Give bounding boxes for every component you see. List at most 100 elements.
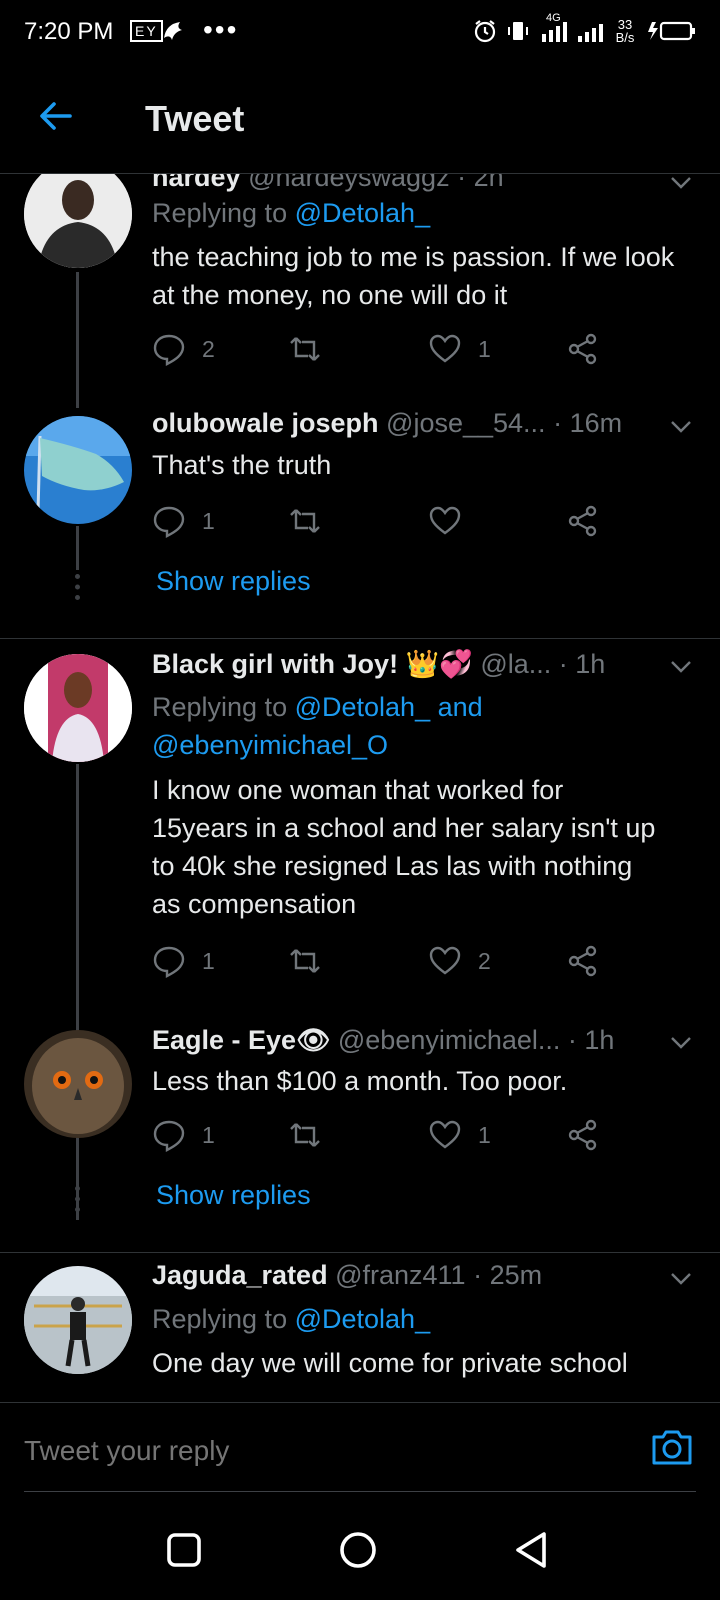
tweet-text: One day we will come for private school bbox=[152, 1348, 628, 1378]
share-icon bbox=[568, 505, 597, 537]
avatar[interactable] bbox=[24, 1266, 132, 1374]
ey-app-icon: EY bbox=[130, 20, 163, 42]
battery-charging-icon bbox=[648, 21, 695, 41]
show-replies-link[interactable]: Show replies bbox=[156, 566, 311, 597]
reply-icon bbox=[153, 334, 185, 366]
reply-count: 1 bbox=[202, 1121, 215, 1148]
tweet-header: Jaguda_rated @franz411 · 25m bbox=[152, 1260, 696, 1296]
reply-action[interactable]: 1 bbox=[152, 504, 215, 538]
signal-4g-icon: 4G bbox=[538, 12, 568, 44]
chevron-down-icon[interactable] bbox=[670, 420, 692, 434]
chevron-down-icon[interactable] bbox=[670, 660, 692, 674]
retweet-action[interactable] bbox=[288, 504, 338, 538]
tweet-author-name[interactable]: nardey bbox=[152, 174, 241, 192]
signal-icon bbox=[578, 24, 603, 42]
tweet-header: olubowale joseph @jose__54... · 16m bbox=[152, 408, 696, 444]
like-action[interactable]: 1 bbox=[428, 332, 491, 366]
share-action[interactable] bbox=[566, 332, 600, 366]
avatar[interactable] bbox=[24, 174, 132, 268]
tweet-text: That's the truth bbox=[152, 450, 332, 480]
tweet-text: Less than $100 a month. Too poor. bbox=[152, 1066, 568, 1096]
reply-icon bbox=[153, 506, 185, 538]
replying-to-link[interactable]: @Detolah_ bbox=[295, 1304, 431, 1334]
chevron-down-icon[interactable] bbox=[670, 176, 692, 190]
share-icon bbox=[568, 945, 597, 977]
thread-line bbox=[76, 526, 79, 570]
reply-input[interactable] bbox=[24, 1435, 584, 1467]
tweet-author-handle: @jose__54... bbox=[386, 408, 546, 438]
retweet-action[interactable] bbox=[288, 332, 338, 366]
replying-to: Replying to @Detolah_ bbox=[152, 194, 430, 232]
tweet-actions: 1 1 bbox=[152, 1118, 622, 1158]
tweet-time: · 2h bbox=[457, 174, 504, 192]
tweet-actions: 1 bbox=[152, 504, 622, 544]
like-action[interactable] bbox=[428, 504, 478, 538]
like-count: 1 bbox=[478, 1121, 491, 1148]
like-count: 2 bbox=[478, 947, 491, 974]
tweet-author-handle: @franz411 bbox=[335, 1260, 466, 1290]
tweet-time: · 25m bbox=[473, 1260, 543, 1290]
tweet-time: · 1h bbox=[567, 1025, 615, 1055]
status-bar: 7:20 PM EY ••• 4G 33 B/s bbox=[0, 0, 720, 64]
network-speed: 33 B/s bbox=[615, 17, 635, 45]
replying-to-link[interactable]: @Detolah_ bbox=[295, 198, 431, 228]
more-notifications-icon: ••• bbox=[203, 14, 239, 45]
heart-icon bbox=[429, 334, 461, 363]
tweet-header: Black girl with Joy! 👑💞 @la... · 1h bbox=[152, 648, 696, 684]
replying-to: Replying to @Detolah_ and @ebenyimichael… bbox=[152, 688, 620, 764]
home-button-icon[interactable] bbox=[338, 1530, 378, 1570]
avatar[interactable] bbox=[24, 416, 132, 524]
back-button-icon[interactable] bbox=[512, 1530, 552, 1570]
retweet-icon bbox=[290, 1123, 320, 1147]
tweet-author-name[interactable]: Jaguda_rated bbox=[152, 1260, 328, 1290]
page-title: Tweet bbox=[145, 98, 245, 139]
divider bbox=[0, 1252, 720, 1253]
top-app-bar: Tweet bbox=[0, 64, 720, 174]
replying-to: Replying to @Detolah_ bbox=[152, 1300, 430, 1338]
show-replies-link[interactable]: Show replies bbox=[156, 1180, 311, 1211]
tweet-time: · 16m bbox=[553, 408, 623, 438]
tweet-author-handle: @nardeyswaggz bbox=[248, 174, 450, 192]
vibrate-icon bbox=[508, 22, 528, 40]
share-action[interactable] bbox=[566, 944, 600, 978]
retweet-action[interactable] bbox=[288, 1118, 338, 1152]
tweet-author-name[interactable]: Black girl with Joy! 👑💞 bbox=[152, 649, 473, 679]
status-time: 7:20 PM bbox=[24, 18, 114, 45]
back-arrow-icon[interactable] bbox=[36, 96, 76, 136]
status-right: 4G 33 B/s bbox=[472, 12, 696, 45]
reply-icon bbox=[153, 946, 185, 978]
avatar[interactable] bbox=[24, 654, 132, 762]
reply-count: 1 bbox=[202, 947, 215, 974]
share-action[interactable] bbox=[566, 504, 600, 538]
tweet-author-name[interactable]: olubowale joseph bbox=[152, 408, 379, 438]
chevron-down-icon[interactable] bbox=[670, 1272, 692, 1286]
chevron-down-icon[interactable] bbox=[670, 1036, 692, 1050]
tweet-header: Eagle - Eye👁 @ebenyimichael... · 1h bbox=[152, 1024, 696, 1060]
like-action[interactable]: 1 bbox=[428, 1118, 491, 1152]
retweet-icon bbox=[290, 949, 320, 973]
retweet-action[interactable] bbox=[288, 944, 338, 978]
tweet-author-name[interactable]: Eagle - Eye👁 bbox=[152, 1025, 330, 1055]
avatar[interactable] bbox=[24, 1030, 132, 1138]
tweet-actions: 2 1 bbox=[152, 332, 622, 372]
thread-line bbox=[76, 272, 79, 408]
share-action[interactable] bbox=[566, 1118, 600, 1152]
replies-feed[interactable]: nardey @nardeyswaggz · 2h Replying to @D… bbox=[0, 174, 720, 1402]
thread-dots bbox=[75, 574, 80, 600]
tweet-author-handle: @ebenyimichael... bbox=[337, 1025, 561, 1055]
thread-dots bbox=[75, 1186, 80, 1212]
replying-to-label: Replying to bbox=[152, 198, 295, 228]
heart-icon bbox=[429, 506, 461, 535]
like-action[interactable]: 2 bbox=[428, 944, 491, 978]
reply-action[interactable]: 1 bbox=[152, 1118, 215, 1152]
recents-button-icon[interactable] bbox=[164, 1530, 204, 1570]
reply-action[interactable]: 2 bbox=[152, 332, 215, 366]
reply-count: 2 bbox=[202, 335, 215, 362]
divider bbox=[0, 638, 720, 639]
retweet-icon bbox=[290, 337, 320, 361]
alarm-icon bbox=[474, 20, 496, 43]
reply-action[interactable]: 1 bbox=[152, 944, 215, 978]
tweet-actions: 1 2 bbox=[152, 944, 622, 984]
tweet-text: I know one woman that worked for 15years… bbox=[152, 775, 656, 919]
camera-icon[interactable] bbox=[650, 1427, 694, 1467]
